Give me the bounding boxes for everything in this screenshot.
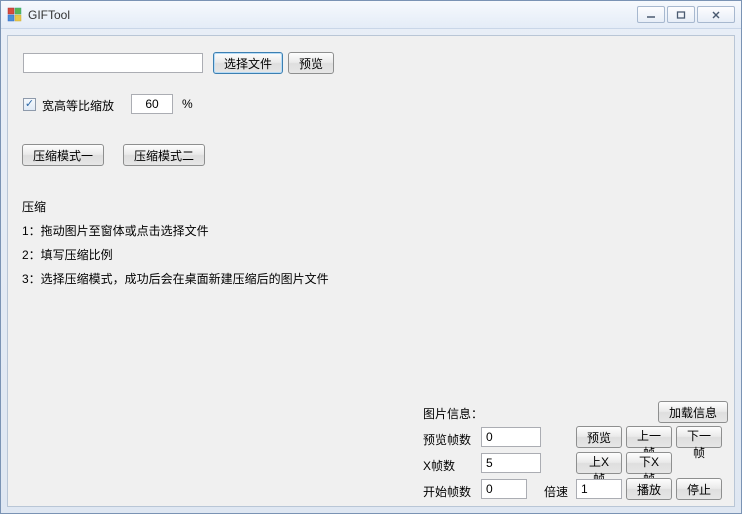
app-icon	[7, 7, 23, 23]
image-info-label: 图片信息：	[423, 405, 483, 422]
load-info-button[interactable]: 加载信息	[658, 401, 728, 423]
aspect-ratio-label: 宽高等比缩放	[42, 97, 114, 114]
prev-frame-button[interactable]: 上一帧	[626, 426, 672, 448]
preview-button-bottom[interactable]: 预览	[576, 426, 622, 448]
start-frame-input[interactable]	[481, 479, 527, 499]
compress-mode-1-button[interactable]: 压缩模式一	[22, 144, 104, 166]
maximize-button[interactable]	[667, 6, 695, 23]
preview-frame-label: 预览帧数	[423, 431, 471, 448]
preview-frame-input[interactable]	[481, 427, 541, 447]
down-x-frame-button[interactable]: 下X帧	[626, 452, 672, 474]
client-area: 选择文件 预览 ✓ 宽高等比缩放 % 压缩模式一 压缩模式二 压缩 1：拖动图片…	[7, 35, 735, 507]
titlebar: GIFTool	[1, 1, 741, 29]
stop-button[interactable]: 停止	[676, 478, 722, 500]
speed-input[interactable]	[576, 479, 622, 499]
scale-unit-label: %	[182, 97, 193, 111]
select-file-button[interactable]: 选择文件	[213, 52, 283, 74]
compress-mode-2-button[interactable]: 压缩模式二	[123, 144, 205, 166]
scale-value-input[interactable]	[131, 94, 173, 114]
minimize-button[interactable]	[637, 6, 665, 23]
aspect-ratio-checkbox[interactable]: ✓	[23, 98, 36, 111]
instructions-heading: 压缩	[22, 198, 46, 215]
window-title: GIFTool	[28, 8, 637, 22]
up-x-frame-button[interactable]: 上X帧	[576, 452, 622, 474]
start-frame-label: 开始帧数	[423, 483, 471, 500]
close-button[interactable]	[697, 6, 735, 23]
instruction-line-3: 3：选择压缩模式，成功后会在桌面新建压缩后的图片文件	[22, 270, 329, 287]
play-button[interactable]: 播放	[626, 478, 672, 500]
instruction-line-2: 2：填写压缩比例	[22, 246, 113, 263]
speed-label: 倍速	[544, 483, 568, 500]
next-frame-button[interactable]: 下一帧	[676, 426, 722, 448]
instruction-line-1: 1：拖动图片至窗体或点击选择文件	[22, 222, 209, 239]
x-frame-input[interactable]	[481, 453, 541, 473]
file-path-input[interactable]	[23, 53, 203, 73]
preview-button-top[interactable]: 预览	[288, 52, 334, 74]
x-frame-label: X帧数	[423, 457, 455, 474]
